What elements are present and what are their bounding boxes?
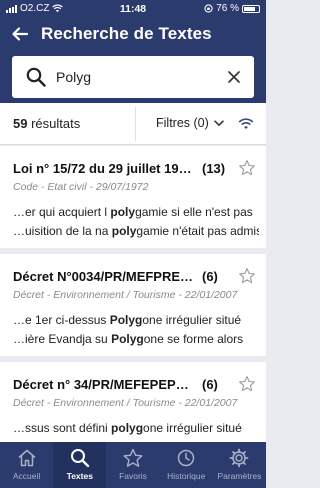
favorite-star-icon[interactable] [238,375,256,393]
result-meta: Code - Etat civil - 29/07/1972 [13,181,149,193]
result-hit-count: (6) [202,269,218,284]
battery-icon [242,4,260,13]
tab-historique[interactable]: Historique [160,442,213,488]
divider [135,107,136,141]
tab-label: Paramètres [217,471,262,481]
result-hit-count: (13) [202,161,226,176]
star-icon [123,448,143,467]
filters-button[interactable]: Filtres (0) [156,116,224,130]
back-arrow-icon[interactable] [10,24,30,44]
result-hit-count: (6) [202,377,218,392]
result-snippet: …e 1er ci-dessus Polygone irrégulier sit… [13,313,242,327]
result-meta: Décret - Environnement / Tourisme - 22/0… [13,289,238,301]
history-icon [177,449,195,467]
list-item[interactable]: Loi n° 15/72 du 29 juillet 1972 portant … [0,146,266,248]
tab-label: Accueil [12,471,41,481]
results-count-number: 59 [13,116,28,131]
tab-parametres[interactable]: Paramètres [213,442,266,488]
tab-label: Favoris [119,471,147,481]
result-title: Décret N°0034/PR/MEFPREPN [13,269,196,284]
result-snippet: …ssus sont défini polygone irrégulier si… [13,421,242,435]
app-header-background: O2.CZ 11:48 76 % Recherche de Textes [0,0,266,103]
search-box [12,56,254,98]
tab-label: Historique [167,471,206,481]
result-meta: Décret - Environnement / Tourisme - 22/0… [13,397,238,409]
home-icon [18,449,36,467]
favorite-star-icon[interactable] [238,159,256,177]
title-bar: Recherche de Textes [0,18,266,50]
result-snippet: …ière Evandja su Polygone se forme alors [13,332,244,346]
orientation-lock-icon [204,4,213,13]
gear-icon [230,448,249,468]
chevron-down-icon [214,119,224,126]
result-title: Décret n° 34/PR/MEFEPEPN du 22 janvier [13,377,196,392]
tab-accueil[interactable]: Accueil [0,442,53,488]
tab-favoris[interactable]: Favoris [106,442,159,488]
favorite-star-icon[interactable] [238,267,256,285]
results-count-label: résultats [31,116,81,131]
bottom-nav: Accueil Textes Favoris Historique Paramè… [0,442,266,488]
status-bar: O2.CZ 11:48 76 % [0,0,266,18]
search-input[interactable] [56,67,216,87]
list-item[interactable]: Décret N°0034/PR/MEFPREPN (6) Décret - E… [0,254,266,356]
filters-label: Filtres (0) [156,116,209,130]
result-title: Loi n° 15/72 du 29 juillet 1972 portant … [13,161,196,176]
results-count: 59 résultats [13,116,80,131]
search-icon [26,67,46,87]
list-item[interactable]: Décret n° 34/PR/MEFEPEPN du 22 janvier (… [0,362,266,442]
result-snippet: …er qui acquiert l polygamie si elle n'e… [13,205,253,219]
offline-wifi-icon[interactable] [238,117,254,130]
search-icon [70,449,89,468]
tab-textes[interactable]: Textes [53,442,107,488]
results-list: Loi n° 15/72 du 29 juillet 1972 portant … [0,146,266,442]
clear-search-icon[interactable] [226,69,242,85]
page-title: Recherche de Textes [41,24,212,43]
result-snippet: …uisition de la na polygamie n'était pas… [13,224,259,238]
results-bar: 59 résultats Filtres (0) [0,103,266,145]
tab-label: Textes [66,471,93,481]
battery-percent: 76 % [216,3,239,14]
